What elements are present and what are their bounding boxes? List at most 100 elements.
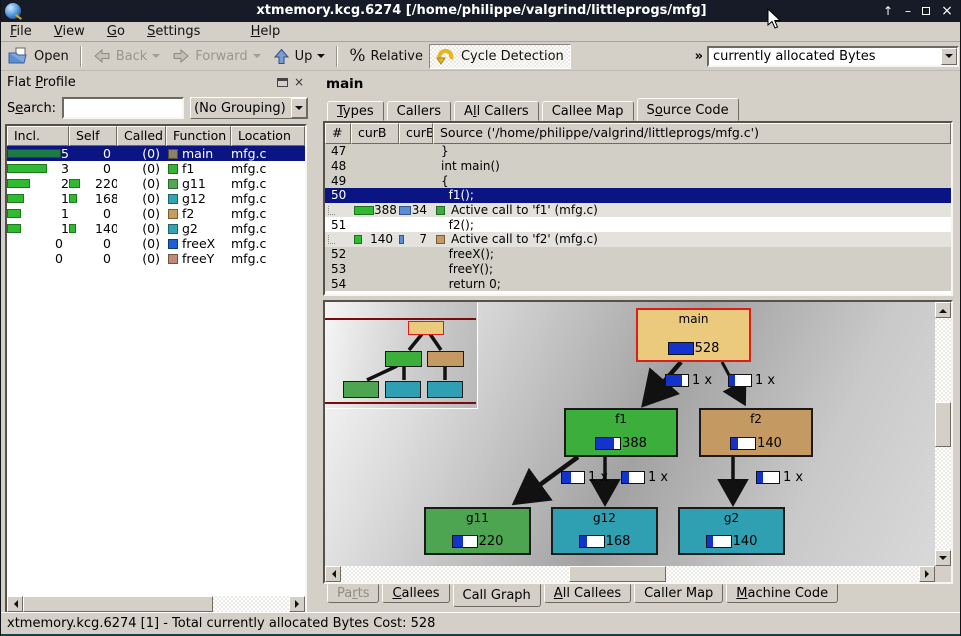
search-input[interactable] <box>62 97 184 119</box>
application-window: xtmemory.kcg.6274 [/home/philippe/valgri… <box>0 0 961 636</box>
tab-types[interactable]: Types <box>327 101 384 121</box>
source-line[interactable]: 52 freeX(); <box>325 247 951 262</box>
source-line[interactable]: 49 { <box>325 173 951 188</box>
graph-node-g2[interactable]: g2 140 <box>678 507 785 555</box>
call-graph-canvas[interactable]: main 528 f1 388 f2 140 g11 220 g12 168 g… <box>325 302 935 566</box>
up-arrow-icon <box>273 48 290 65</box>
tab-parts: Parts <box>327 584 379 603</box>
scrollbar-thumb[interactable] <box>23 596 213 612</box>
up-button[interactable]: Up <box>267 44 332 69</box>
maximize-button[interactable] <box>918 3 934 19</box>
search-row: Search: (No Grouping) <box>3 96 309 120</box>
graph-node-g11[interactable]: g11 220 <box>424 507 531 555</box>
call-graph-panel: main 528 f1 388 f2 140 g11 220 g12 168 g… <box>323 300 953 584</box>
scroll-up-icon[interactable] <box>935 302 951 318</box>
column-curbk[interactable]: curBk <box>399 123 433 144</box>
menu-file[interactable]: File <box>1 22 41 42</box>
back-arrow-icon <box>93 48 111 64</box>
overview-node-g12 <box>385 381 421 398</box>
keep-above-button[interactable]: ↑ <box>880 3 896 19</box>
table-row[interactable]: 0 0 (0) freeX mfg.c <box>7 236 305 251</box>
table-row[interactable]: 140 0 (0) f2 mfg.c <box>7 206 305 221</box>
column-incl[interactable]: Incl. <box>7 126 69 146</box>
graph-node-g12[interactable]: g12 168 <box>551 507 658 555</box>
source-header-row: # curB curBk Source ('/home/philippe/val… <box>325 123 951 144</box>
source-line-selected[interactable]: 50 f1(); <box>325 188 951 203</box>
cycle-arrow-icon <box>436 47 456 65</box>
scrollbar-thumb[interactable] <box>935 402 951 447</box>
table-row[interactable]: 388 0 (0) f1 mfg.c <box>7 161 305 176</box>
edge-label-f1-g11: 1 x <box>561 470 608 485</box>
function-color-icon <box>168 239 178 249</box>
column-called[interactable]: Called <box>117 126 166 146</box>
tree-branch-icon <box>328 206 335 215</box>
column-location[interactable]: Location <box>231 126 305 146</box>
back-dropdown-icon <box>152 54 160 62</box>
scroll-right-icon[interactable] <box>919 566 935 582</box>
scroll-left-icon[interactable] <box>325 566 341 582</box>
table-row[interactable]: 220 220 (0) g11 mfg.c <box>7 176 305 191</box>
source-line[interactable]: 54 return 0; <box>325 276 951 291</box>
relative-button[interactable]: % Relative <box>343 44 429 69</box>
tab-callee-map[interactable]: Callee Map <box>542 101 634 121</box>
tab-all-callers[interactable]: All Callers <box>454 101 539 121</box>
overview-node-f1 <box>385 351 422 367</box>
flat-profile-hscrollbar[interactable] <box>7 596 305 612</box>
source-line[interactable]: 53 freeY(); <box>325 262 951 277</box>
graph-vscrollbar[interactable] <box>935 302 951 566</box>
open-button[interactable]: Open <box>1 44 75 69</box>
graph-hscrollbar[interactable] <box>325 566 935 582</box>
source-line[interactable]: 48 int main() <box>325 159 951 174</box>
cycle-detection-button[interactable]: Cycle Detection <box>429 44 571 69</box>
window-title: xtmemory.kcg.6274 [/home/philippe/valgri… <box>1 3 961 18</box>
dock-float-icon[interactable] <box>277 78 288 87</box>
source-call-annotation[interactable]: 388 34 Active call to 'f1' (mfg.c) <box>325 203 951 218</box>
table-row[interactable]: 168 168 (0) g12 mfg.c <box>7 191 305 206</box>
tab-source-code[interactable]: Source Code <box>637 98 739 121</box>
tab-all-callees[interactable]: All Callees <box>544 584 631 603</box>
source-line[interactable]: 51 f2(); <box>325 217 951 232</box>
forward-button[interactable]: Forward <box>166 44 266 69</box>
flat-profile-header: Flat Profile × <box>3 72 309 93</box>
tab-callers[interactable]: Callers <box>387 101 451 121</box>
minimize-button[interactable]: – <box>900 3 916 19</box>
table-row[interactable]: 140 140 (0) g2 mfg.c <box>7 221 305 236</box>
menu-settings[interactable]: Settings <box>138 22 209 42</box>
tab-caller-map[interactable]: Caller Map <box>634 584 723 603</box>
source-call-annotation[interactable]: 140 7 Active call to 'f2' (mfg.c) <box>325 232 951 247</box>
column-source[interactable]: Source ('/home/philippe/valgrind/littlep… <box>433 123 951 144</box>
source-line[interactable]: 47 } <box>325 144 951 159</box>
column-function[interactable]: Function <box>166 126 231 146</box>
tab-callees[interactable]: Callees <box>382 584 449 603</box>
close-button[interactable]: × <box>939 3 955 19</box>
scrollbar-thumb[interactable] <box>569 566 666 582</box>
back-button[interactable]: Back <box>87 44 167 69</box>
toolbar: Open Back Forward Up % Relative <box>1 42 961 71</box>
scroll-down-icon[interactable] <box>935 550 951 566</box>
column-curb[interactable]: curB <box>351 123 399 144</box>
graph-node-f2[interactable]: f2 140 <box>699 408 813 457</box>
detail-tab-bar: Types Callers All Callers Callee Map Sou… <box>327 98 742 121</box>
dock-close-icon[interactable]: × <box>293 77 305 88</box>
table-row[interactable]: 528 0 (0) main mfg.c <box>7 146 305 161</box>
column-line-number[interactable]: # <box>325 123 351 144</box>
graph-node-f1[interactable]: f1 388 <box>564 408 678 457</box>
table-row[interactable]: 0 0 (0) freeY mfg.c <box>7 251 305 266</box>
menu-go[interactable]: Go <box>98 22 134 42</box>
function-color-icon <box>436 235 445 244</box>
scroll-left-icon[interactable] <box>7 596 23 612</box>
menu-help[interactable]: Help <box>242 22 290 42</box>
combo-arrow-icon <box>291 98 307 118</box>
graph-node-main[interactable]: main 528 <box>636 308 751 362</box>
overview-node-g2 <box>427 381 463 398</box>
scroll-right-icon[interactable] <box>289 596 305 612</box>
grouping-combobox[interactable]: (No Grouping) <box>190 97 308 119</box>
toolbar-overflow-chevron[interactable]: » <box>691 49 707 64</box>
tab-call-graph[interactable]: Call Graph <box>453 584 541 607</box>
column-self[interactable]: Self <box>69 126 117 146</box>
selected-function-title: main <box>326 76 363 92</box>
tab-machine-code[interactable]: Machine Code <box>726 584 838 603</box>
menu-view[interactable]: View <box>45 22 94 42</box>
graph-overview-inset[interactable] <box>325 302 478 409</box>
event-type-combobox[interactable]: currently allocated Bytes <box>707 46 959 67</box>
